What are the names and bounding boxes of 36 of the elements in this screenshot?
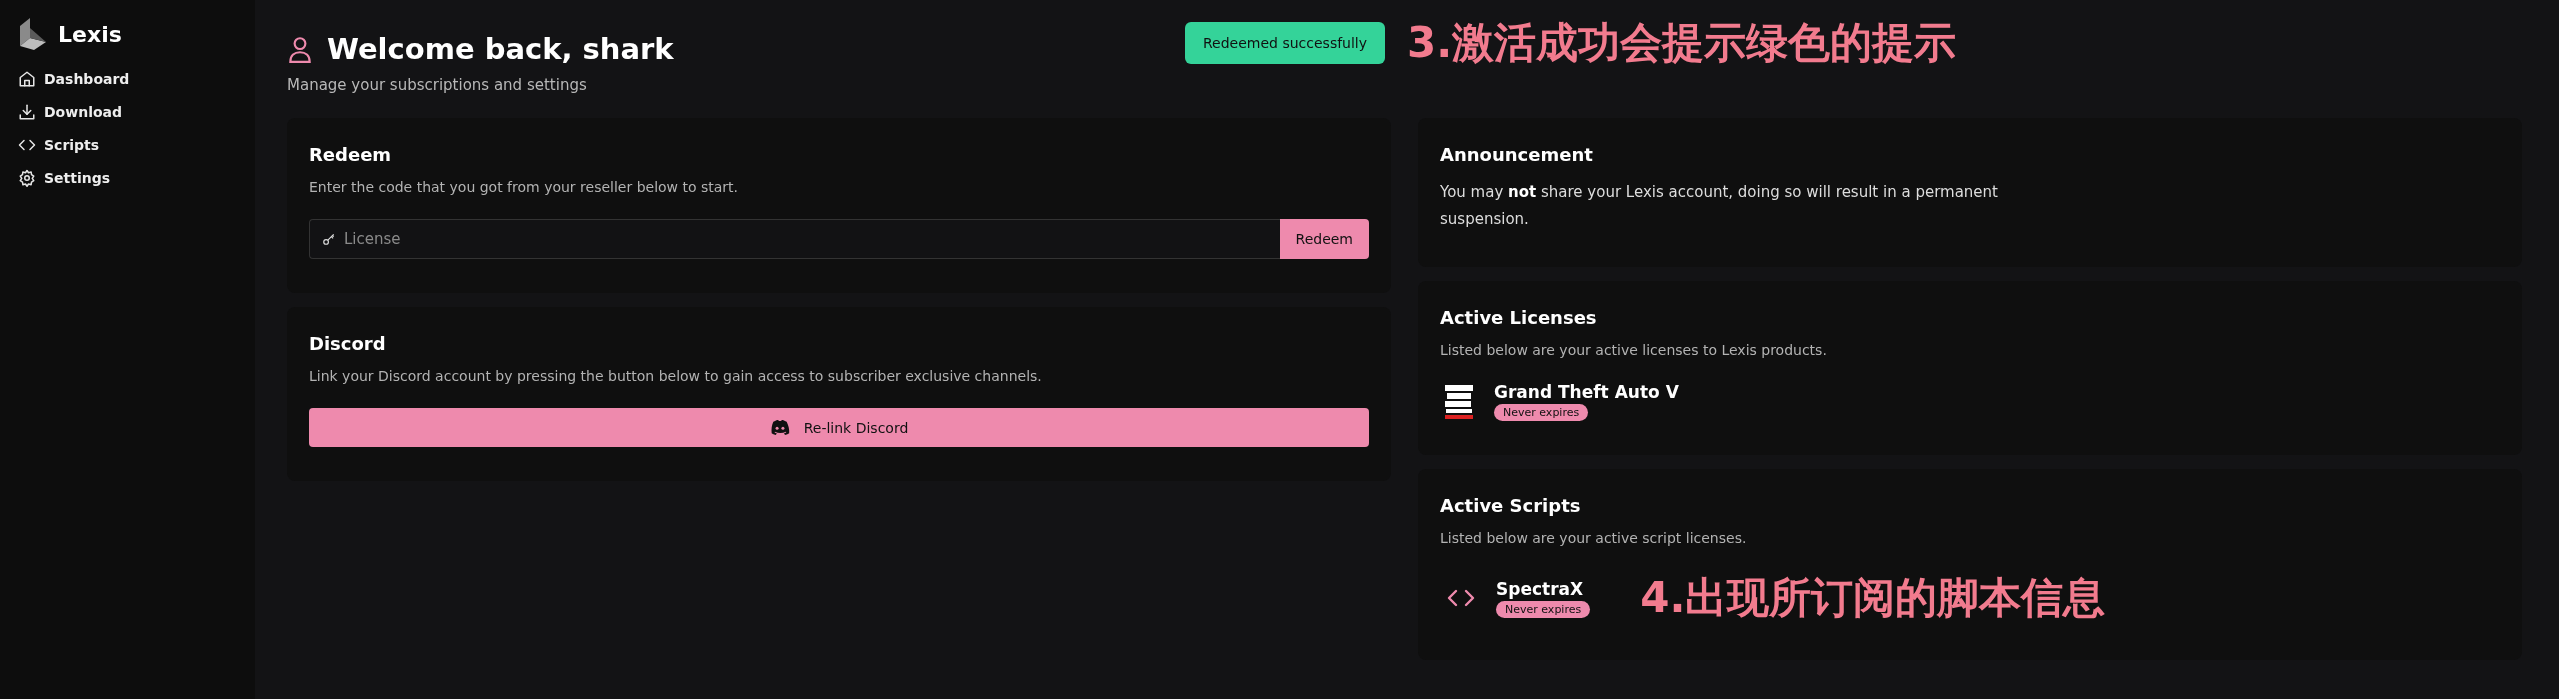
card-title: Announcement [1440,144,1594,165]
card-description: Enter the code that you got from your reseller below to start. [309,179,740,195]
card-title: Discord [309,333,387,354]
annotation-text: 4.出现所订阅的脚本信息 [1640,572,2106,624]
card-description: Link your Discord account by pressing the button below to gain access to subscriber exclusive channels. [309,368,1043,384]
key-icon [322,232,336,246]
card-title: Redeem [309,144,393,165]
success-toast: Redeemed successfully [1185,22,1386,64]
script-name: SpectraX [1496,578,1584,599]
discord-icon [769,420,790,435]
product-name: Grand Theft Auto V [1494,382,1679,402]
home-icon [18,69,36,88]
page-title: Welcome back, shark [327,32,674,66]
brand-name: Lexis [58,21,122,47]
sidebar-item[interactable]: Scripts [18,128,255,161]
announcement-text: You may not share your Lexis account, doing so will result in a permanent suspension. [1440,182,1999,230]
expiry-badge: Never expires [1496,600,1591,618]
game-logo-icon [1444,383,1474,420]
sidebar-item[interactable]: Dashboard [18,62,255,95]
code-icon [1446,589,1476,607]
sidebar-item[interactable]: Settings [18,161,255,194]
card-title: Active Licenses [1440,307,1598,328]
card-title: Active Scripts [1440,495,1582,516]
card-description: Listed below are your active licenses to Lexis products. [1440,342,1828,358]
card-description: Listed below are your active script licenses. [1440,530,1748,546]
license-field[interactable]: License [309,219,1280,259]
page-subtitle: Manage your subscriptions and settings [287,76,588,94]
cube-logo-icon [18,18,46,50]
settings-icon [18,168,36,187]
annotation-text: 3.激活成功会提示绿色的提示 [1407,17,1957,69]
redeem-button[interactable]: Redeem [1279,219,1369,259]
download-icon [18,102,36,121]
relink-discord-button[interactable]: Re-link Discord [309,408,1369,447]
user-icon [287,35,313,63]
expiry-badge: Never expires [1494,404,1589,421]
sidebar-item[interactable]: Download [18,95,255,128]
